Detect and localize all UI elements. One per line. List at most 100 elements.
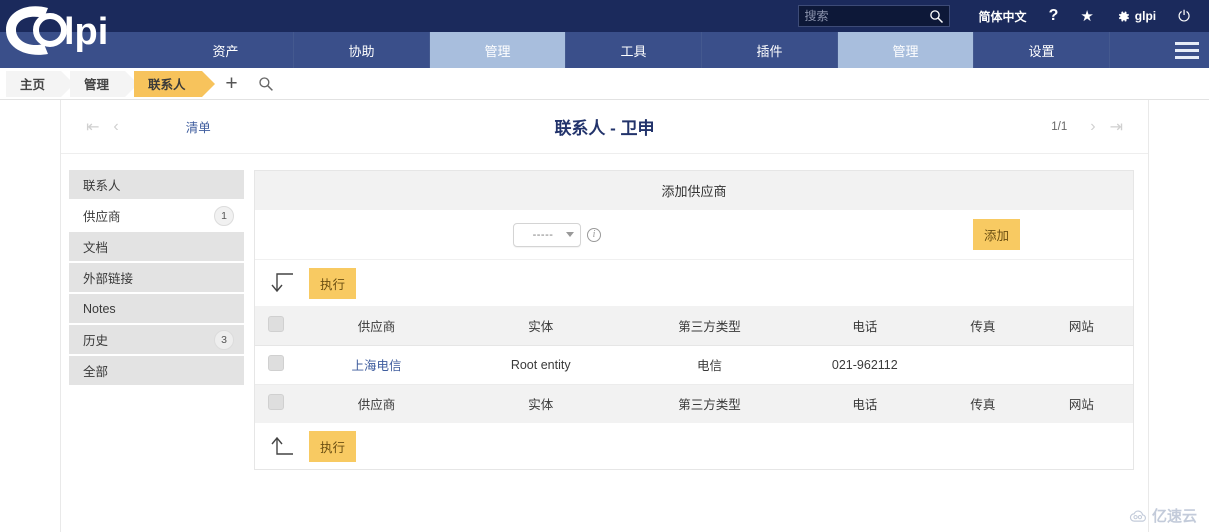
gear-icon[interactable] xyxy=(1116,9,1131,24)
select-all-footer xyxy=(255,384,297,423)
sidebar-item-notes[interactable]: Notes xyxy=(69,294,244,325)
language-selector[interactable]: 简体中文 xyxy=(979,8,1027,25)
nav-item-3[interactable]: 工具 xyxy=(566,32,702,68)
column-footer-type[interactable]: 第三方类型 xyxy=(625,384,793,423)
sidebar-item-label: 历史 xyxy=(83,334,109,348)
svg-text:lpi: lpi xyxy=(64,11,108,53)
sidebar-item-label: 供应商 xyxy=(83,210,121,224)
supplier-select-value: ----- xyxy=(532,228,554,241)
nav-item-0[interactable]: 资产 xyxy=(158,32,294,68)
select-all-header xyxy=(255,306,297,345)
search-icon[interactable] xyxy=(929,9,944,24)
column-footer-entity[interactable]: 实体 xyxy=(456,384,625,423)
cell-fax xyxy=(936,345,1030,384)
arrow-down-left-icon xyxy=(271,273,293,293)
sidebar-item-label: 文档 xyxy=(83,241,109,255)
help-icon[interactable]: ? xyxy=(1049,7,1059,25)
select-all-checkbox-footer[interactable] xyxy=(268,394,285,411)
info-circle-icon[interactable]: i xyxy=(587,227,601,242)
column-header-entity[interactable]: 实体 xyxy=(456,306,625,345)
list-link[interactable]: 清单 xyxy=(186,117,211,136)
sidebar-item-label: 外部链接 xyxy=(83,272,134,286)
hamburger-menu-icon[interactable] xyxy=(1165,32,1209,68)
execute-button-top[interactable]: 执行 xyxy=(309,267,357,299)
column-header-phone[interactable]: 电话 xyxy=(794,306,936,345)
nav-label: 设置 xyxy=(1028,43,1055,59)
sidebar-item-label: 联系人 xyxy=(83,179,121,193)
column-header-supplier[interactable]: 供应商 xyxy=(297,306,456,345)
table-footer-row: 供应商 实体 第三方类型 电话 传真 网站 xyxy=(255,384,1133,423)
star-icon[interactable]: ★ xyxy=(1080,7,1093,25)
sidebar-item-history[interactable]: 历史 3 xyxy=(69,325,244,356)
previous-page-icon[interactable]: ‹ xyxy=(113,118,118,136)
sidebar-item-document[interactable]: 文档 xyxy=(69,232,244,263)
column-header-fax[interactable]: 传真 xyxy=(936,306,1030,345)
sidebar-item-external-link[interactable]: 外部链接 xyxy=(69,263,244,294)
column-header-type[interactable]: 第三方类型 xyxy=(625,306,793,345)
nav-item-6[interactable]: 设置 xyxy=(974,32,1110,68)
nav-label: 插件 xyxy=(756,43,783,59)
page-title: 联系人 - 卫申 xyxy=(554,119,655,138)
column-footer-supplier[interactable]: 供应商 xyxy=(297,384,456,423)
exec-row-bottom: 执行 xyxy=(255,423,1133,469)
cell-website xyxy=(1030,345,1133,384)
column-footer-fax[interactable]: 传真 xyxy=(936,384,1030,423)
supplier-link[interactable]: 上海电信 xyxy=(351,359,401,373)
plus-icon[interactable]: + xyxy=(219,71,245,97)
page-body: ⇤ ‹ 清单 联系人 - 卫申 1/1 › ⇥ 联系人 供应商 1 文档 外部链… xyxy=(0,100,1209,532)
supplier-select[interactable]: ----- xyxy=(513,222,581,247)
breadcrumb-item-home[interactable]: 主页 xyxy=(6,70,75,97)
breadcrumb-item-management[interactable]: 管理 xyxy=(70,70,139,97)
search-icon[interactable] xyxy=(253,71,279,97)
sidebar-item-contact[interactable]: 联系人 xyxy=(69,170,244,201)
supplier-table: 供应商 实体 第三方类型 电话 传真 网站 上海电信 Root entity 电… xyxy=(255,306,1133,423)
user-settings[interactable]: glpi xyxy=(1116,9,1156,24)
add-supplier-row: ----- i 添加 xyxy=(255,210,1133,260)
sidebar-item-all[interactable]: 全部 xyxy=(69,356,244,387)
search-input[interactable] xyxy=(798,6,949,26)
column-footer-phone[interactable]: 电话 xyxy=(794,384,936,423)
nav-item-5[interactable]: 管理 xyxy=(838,32,974,68)
breadcrumb: 主页 管理 联系人 + xyxy=(0,68,1209,100)
supplier-panel-body: ----- i 添加 执行 供应商 实体 第三方类型 电话 传真 网站 上海电信… xyxy=(254,210,1134,470)
cell-type: 电信 xyxy=(697,359,723,373)
select-all-checkbox[interactable] xyxy=(268,315,285,332)
breadcrumb-item-contacts[interactable]: 联系人 xyxy=(134,70,214,97)
arrow-up-left-icon xyxy=(271,436,293,455)
next-page-icon[interactable]: › xyxy=(1090,118,1095,136)
top-header: 简体中文 ? ★ glpi ⏻ xyxy=(0,0,1209,32)
execute-button-bottom[interactable]: 执行 xyxy=(309,430,357,462)
add-button[interactable]: 添加 xyxy=(973,219,1021,250)
cell-supplier: 上海电信 xyxy=(297,345,456,384)
last-page-icon[interactable]: ⇥ xyxy=(1110,117,1123,137)
page-counter: 1/1 xyxy=(1051,120,1068,133)
record-container: ⇤ ‹ 清单 联系人 - 卫申 1/1 › ⇥ 联系人 供应商 1 文档 外部链… xyxy=(60,100,1149,532)
record-title-bar: ⇤ ‹ 清单 联系人 - 卫申 1/1 › ⇥ xyxy=(61,100,1148,154)
sidebar-item-badge: 3 xyxy=(214,329,234,350)
cell-entity: Root entity xyxy=(510,357,571,372)
column-header-website[interactable]: 网站 xyxy=(1030,306,1133,345)
first-page-icon[interactable]: ⇤ xyxy=(86,117,99,137)
glpi-logo[interactable]: lpi xyxy=(4,2,154,58)
table-body: 上海电信 Root entity 电信 021-962112 xyxy=(255,345,1133,384)
global-search[interactable] xyxy=(797,5,950,27)
nav-label: 协助 xyxy=(348,43,375,59)
table-row[interactable]: 上海电信 Root entity 电信 021-962112 xyxy=(255,345,1133,384)
table-header-row: 供应商 实体 第三方类型 电话 传真 网站 xyxy=(255,306,1133,345)
sidebar-item-supplier[interactable]: 供应商 1 xyxy=(69,201,244,232)
sidebar-item-label: 全部 xyxy=(83,365,109,379)
add-button-wrap: 添加 xyxy=(973,219,1021,250)
sidebar-item-label: Notes xyxy=(83,301,116,316)
row-checkbox[interactable] xyxy=(268,355,285,371)
nav-label: 管理 xyxy=(484,43,511,59)
nav-item-2[interactable]: 管理 xyxy=(430,32,566,68)
column-footer-website[interactable]: 网站 xyxy=(1030,384,1133,423)
exec-row-top: 执行 xyxy=(255,260,1133,306)
supplier-panel: 添加供应商 ----- i 添加 执行 供应商 实体 第三方类型 电话 传真 网… xyxy=(254,170,1134,470)
nav-item-1[interactable]: 协助 xyxy=(294,32,430,68)
nav-label: 管理 xyxy=(892,43,919,59)
power-icon[interactable]: ⏻ xyxy=(1178,8,1190,25)
nav-item-4[interactable]: 插件 xyxy=(702,32,838,68)
watermark-text: 亿速云 xyxy=(1151,508,1197,525)
username-label: glpi xyxy=(1134,9,1157,23)
